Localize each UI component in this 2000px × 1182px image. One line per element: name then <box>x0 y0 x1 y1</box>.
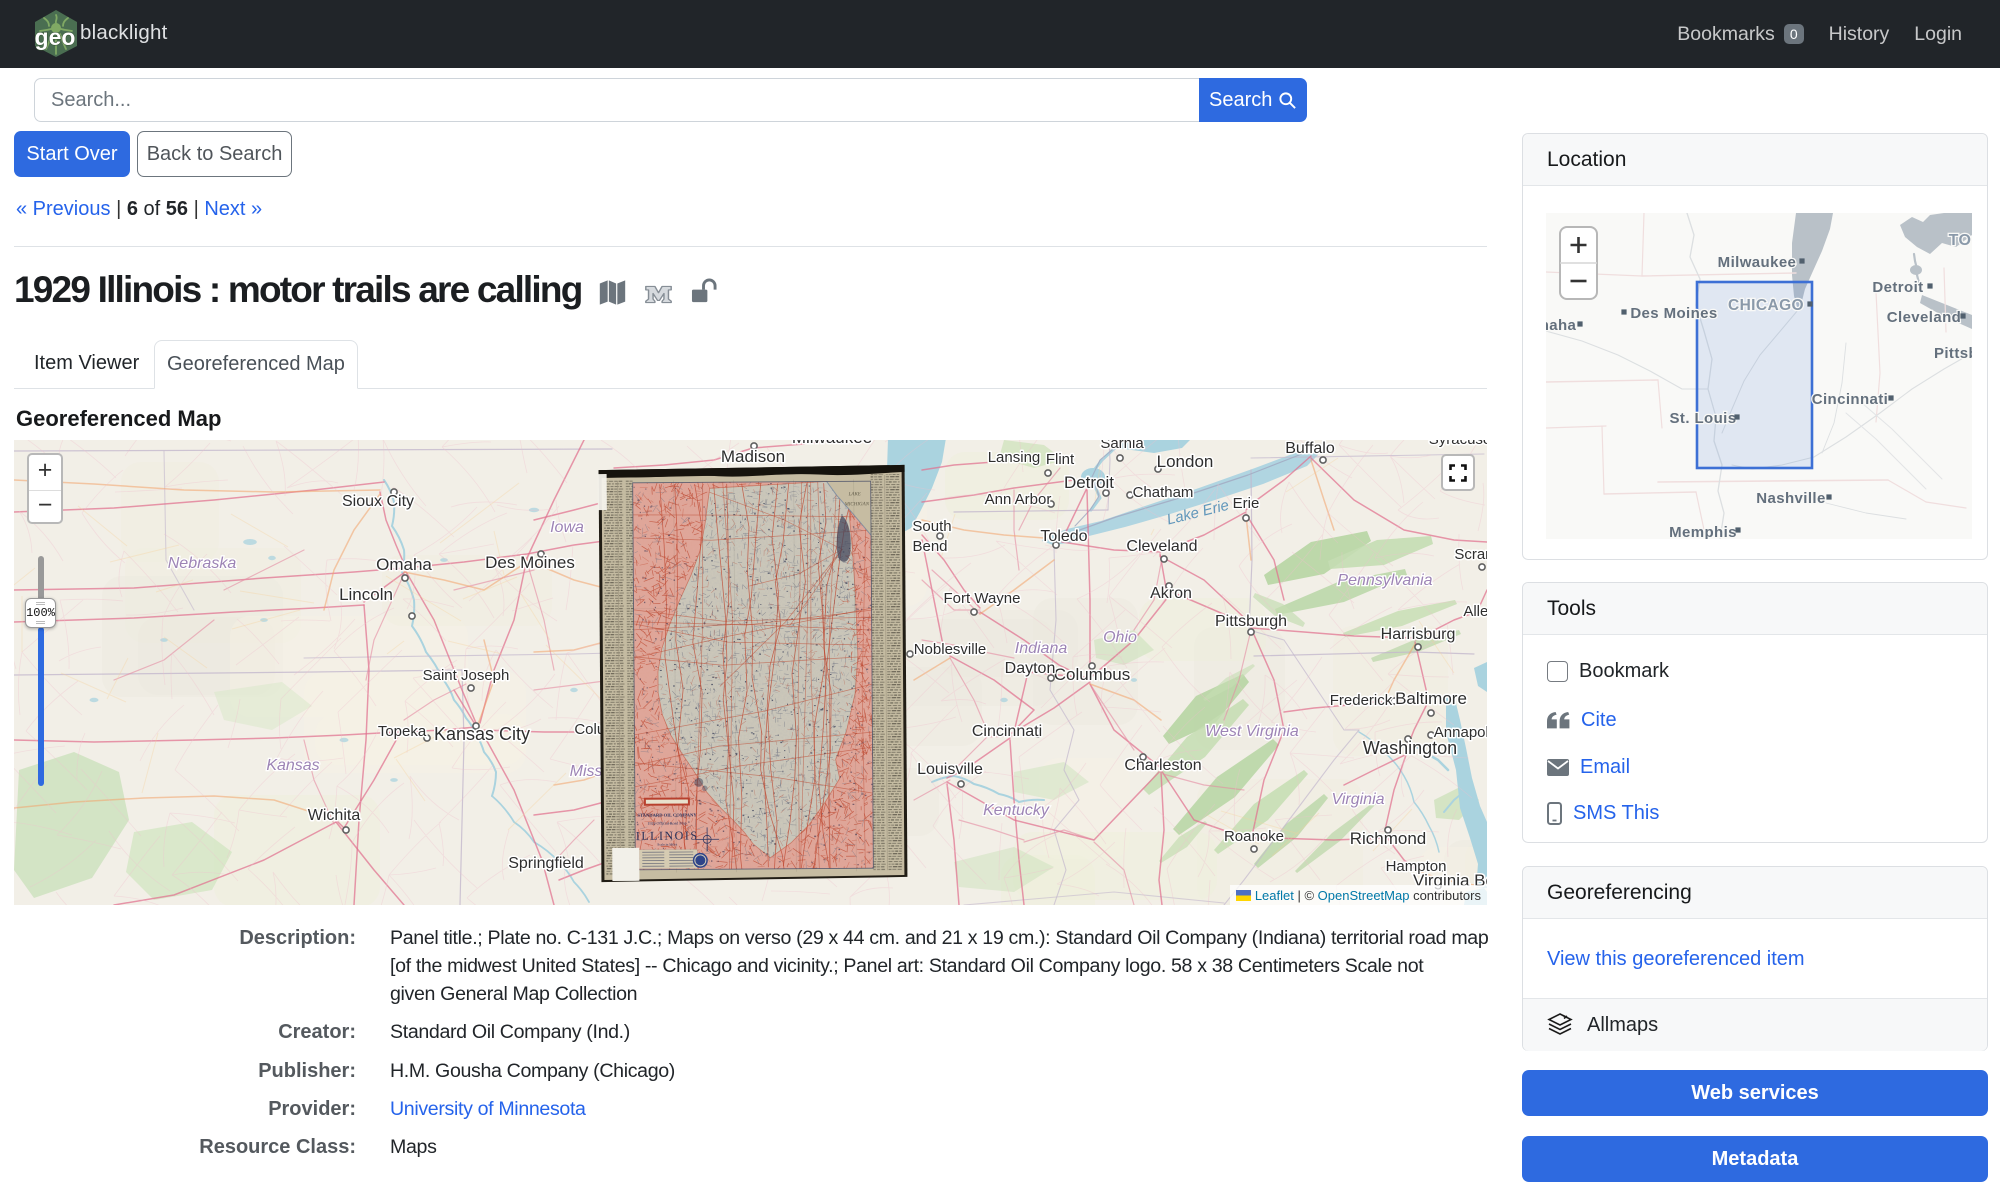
svg-text:Baltimore: Baltimore <box>1395 689 1467 708</box>
svg-text:Des Moines: Des Moines <box>485 553 575 572</box>
svg-text:ILLINOIS: ILLINOIS <box>636 828 699 842</box>
svg-text:Memphis: Memphis <box>1669 524 1737 539</box>
svg-text:Bend: Bend <box>912 538 947 555</box>
svg-text:Richmond: Richmond <box>1350 829 1427 848</box>
svg-text:Washington: Washington <box>1363 738 1457 758</box>
svg-text:Noblesville: Noblesville <box>914 641 987 658</box>
svg-text:Nebraska: Nebraska <box>168 555 237 572</box>
svg-text:TO: TO <box>1949 232 1972 249</box>
svg-text:Indiana: Indiana <box>1015 640 1068 657</box>
svg-text:geo: geo <box>35 24 76 50</box>
svg-text:Springfield: Springfield <box>508 855 584 872</box>
svg-text:Omaha: Omaha <box>376 555 432 574</box>
svg-text:LAKE: LAKE <box>848 492 861 497</box>
svg-text:Harrisburg: Harrisburg <box>1381 626 1456 643</box>
svg-text:Pennsylvania: Pennsylvania <box>1337 572 1432 589</box>
svg-text:Milwaukee: Milwaukee <box>792 440 872 447</box>
svg-text:Ann Arbor: Ann Arbor <box>985 491 1052 508</box>
svg-text:MICHIGAN: MICHIGAN <box>844 502 870 507</box>
svg-text:Ohio: Ohio <box>1103 629 1137 646</box>
svg-text:Kansas: Kansas <box>266 757 319 774</box>
svg-text:Chatham: Chatham <box>1133 484 1194 501</box>
svg-text:Syracuse: Syracuse <box>1429 440 1487 448</box>
svg-text:Lansing: Lansing <box>988 449 1041 466</box>
svg-text:London: London <box>1157 452 1214 471</box>
svg-text:STANDARD OIL COMPANY: STANDARD OIL COMPANY <box>637 812 697 817</box>
svg-text:Erie: Erie <box>1233 495 1260 512</box>
svg-text:Nashville: Nashville <box>1756 490 1825 507</box>
svg-text:Annapoli: Annapoli <box>1434 724 1487 741</box>
svg-text:Kansas City: Kansas City <box>434 724 530 744</box>
svg-text:Akron: Akron <box>1150 585 1192 602</box>
svg-text:Pittsb: Pittsb <box>1934 345 1972 362</box>
svg-text:Lincoln: Lincoln <box>339 585 393 604</box>
svg-text:Pittsburgh: Pittsburgh <box>1215 613 1287 630</box>
svg-text:Frederick: Frederick <box>1330 692 1393 709</box>
svg-text:Wichita: Wichita <box>308 807 361 824</box>
svg-text:Dayton: Dayton <box>1005 660 1056 677</box>
svg-text:Cleveland: Cleveland <box>1126 538 1197 555</box>
svg-text:Iowa: Iowa <box>550 519 584 536</box>
svg-text:Toledo: Toledo <box>1040 528 1087 545</box>
svg-text:Cleveland: Cleveland <box>1887 309 1961 326</box>
svg-text:Sioux City: Sioux City <box>342 493 414 510</box>
svg-text:Saint Joseph: Saint Joseph <box>423 667 510 684</box>
svg-text:Des Moines: Des Moines <box>1630 305 1717 322</box>
svg-text:Roanoke: Roanoke <box>1224 828 1284 845</box>
svg-text:Milwaukee: Milwaukee <box>1718 254 1797 271</box>
svg-text:South: South <box>912 518 951 535</box>
svg-text:Virginia: Virginia <box>1331 791 1384 808</box>
svg-text:Cincinnati: Cincinnati <box>972 723 1042 740</box>
svg-text:Kentucky: Kentucky <box>983 802 1050 819</box>
svg-text:Cincinnati: Cincinnati <box>1812 391 1889 408</box>
svg-text:Flint: Flint <box>1046 451 1075 468</box>
svg-text:Fort Wayne: Fort Wayne <box>944 590 1021 607</box>
svg-text:St. Louis: St. Louis <box>1670 410 1737 427</box>
svg-text:Allen: Allen <box>1463 603 1487 620</box>
svg-text:CHICAGO: CHICAGO <box>1728 297 1804 314</box>
svg-text:naha: naha <box>1546 317 1577 334</box>
svg-text:1929 Official Road Map: 1929 Official Road Map <box>647 820 686 825</box>
svg-text:Charleston: Charleston <box>1124 757 1201 774</box>
svg-text:Detroit: Detroit <box>1872 279 1923 296</box>
svg-text:Scrant: Scrant <box>1454 546 1487 563</box>
svg-text:Topeka: Topeka <box>378 723 427 740</box>
svg-text:Detroit: Detroit <box>1064 473 1114 492</box>
svg-text:Scale in Miles: Scale in Miles <box>657 843 678 847</box>
svg-text:Louisville: Louisville <box>917 761 983 778</box>
svg-text:West Virginia: West Virginia <box>1205 723 1299 740</box>
svg-text:Madison: Madison <box>721 447 785 466</box>
svg-text:Columbus: Columbus <box>1054 665 1131 684</box>
svg-text:Sarnia: Sarnia <box>1100 440 1144 452</box>
svg-text:Buffalo: Buffalo <box>1285 440 1335 457</box>
